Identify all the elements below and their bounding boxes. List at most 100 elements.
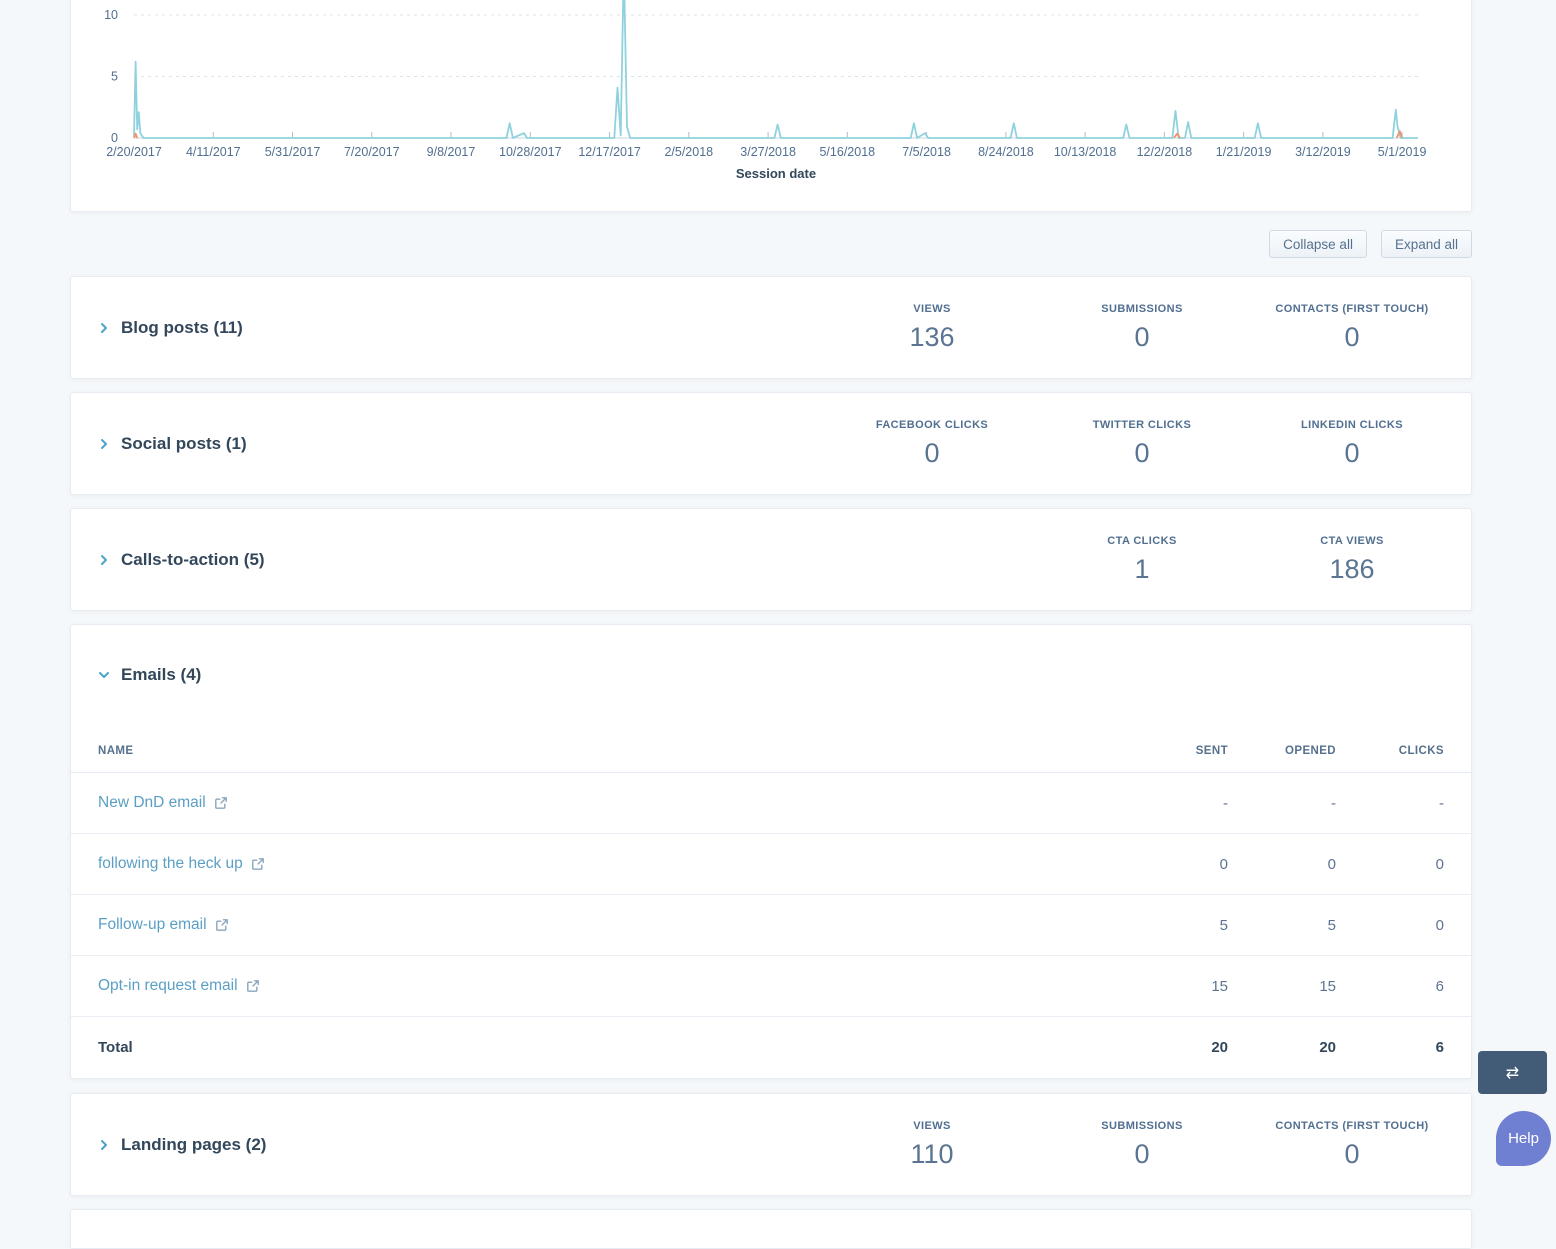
svg-text:5: 5 [111,70,118,84]
email-link[interactable]: following the heck up [98,855,265,873]
metric-contacts-first-touch: CONTACTS (FIRST TOUCH) 0 [1247,303,1457,353]
cell-clicks: 0 [1435,916,1444,934]
email-link[interactable]: New DnD email [98,794,228,812]
metric-value: 0 [1134,437,1150,468]
column-header-sent: SENT [1195,744,1228,757]
landing-pages-toggle[interactable]: Landing pages (2) [98,1135,827,1155]
section-title: Emails (4) [121,665,202,684]
metric-label: VIEWS [913,1119,951,1132]
collapse-sidebar-toggle-button[interactable]: ⇄ [1478,1051,1547,1094]
chevron-right-icon [98,554,110,566]
blog-posts-metrics: VIEWS 136 SUBMISSIONS 0 CONTACTS (FIRST … [827,303,1457,353]
metric-contacts-first-touch: CONTACTS (FIRST TOUCH) 0 [1247,1120,1457,1170]
cell-opened: 5 [1327,916,1336,934]
calls-to-action-toggle[interactable]: Calls-to-action (5) [98,550,1037,570]
svg-text:9/8/2017: 9/8/2017 [427,145,476,159]
svg-text:5/1/2019: 5/1/2019 [1378,145,1427,159]
metric-label: SUBMISSIONS [1101,302,1183,315]
total-opened: 20 [1319,1039,1336,1056]
external-link-icon [251,858,264,870]
emails-toggle[interactable]: Emails (4) [71,665,1471,685]
svg-text:8/24/2018: 8/24/2018 [978,145,1034,159]
collapse-all-button[interactable]: Collapse all [1269,230,1367,258]
metric-value: 0 [1134,1138,1150,1169]
column-header-name: NAME [98,744,134,757]
metric-linkedin-clicks: LINKEDIN CLICKS 0 [1247,419,1457,469]
table-row: Follow-up email 5 5 0 [71,895,1471,956]
email-name: following the heck up [98,855,243,872]
column-header-opened: OPENED [1285,744,1336,757]
chevron-right-icon [98,322,110,334]
svg-text:Session date: Session date [736,166,816,181]
svg-text:2/5/2018: 2/5/2018 [664,145,713,159]
cell-sent: 15 [1211,977,1228,995]
external-link-icon [214,797,227,809]
cell-sent: - [1223,794,1228,812]
emails-card: Emails (4) NAME SENT OPENED CLICKS New D… [70,624,1472,1079]
svg-text:3/27/2018: 3/27/2018 [740,145,796,159]
svg-text:10/28/2017: 10/28/2017 [499,145,562,159]
metric-twitter-clicks: TWITTER CLICKS 0 [1037,419,1247,469]
cell-opened: 0 [1327,855,1336,873]
table-row: following the heck up 0 0 0 [71,834,1471,895]
svg-text:10: 10 [104,8,118,22]
chevron-right-icon [98,1139,110,1151]
metric-submissions: SUBMISSIONS 0 [1037,303,1247,353]
column-header-clicks: CLICKS [1398,744,1444,757]
cell-clicks: 0 [1435,855,1444,873]
cell-sent: 5 [1219,916,1228,934]
metric-value: 0 [1134,321,1150,352]
blog-posts-card: Blog posts (11) VIEWS 136 SUBMISSIONS 0 … [70,276,1472,379]
social-posts-toggle[interactable]: Social posts (1) [98,434,827,454]
svg-text:7/5/2018: 7/5/2018 [902,145,951,159]
metric-label: CONTACTS (FIRST TOUCH) [1275,1119,1429,1132]
help-button-label: Help [1508,1130,1539,1147]
email-link[interactable]: Opt-in request email [98,977,260,995]
svg-text:3/12/2019: 3/12/2019 [1295,145,1351,159]
metric-label: VIEWS [913,302,951,315]
blog-posts-toggle[interactable]: Blog posts (11) [98,318,827,338]
metric-views: VIEWS 110 [827,1120,1037,1170]
metric-views: VIEWS 136 [827,303,1037,353]
cell-opened: - [1331,794,1336,812]
external-link-icon [246,980,259,992]
landing-pages-card: Landing pages (2) VIEWS 110 SUBMISSIONS … [70,1093,1472,1196]
section-title: Blog posts (11) [121,317,243,337]
metric-facebook-clicks: FACEBOOK CLICKS 0 [827,419,1037,469]
cell-clicks: 6 [1435,977,1444,995]
help-button[interactable]: Help [1496,1111,1551,1166]
svg-text:7/20/2017: 7/20/2017 [344,145,400,159]
svg-text:1/21/2019: 1/21/2019 [1216,145,1272,159]
emails-table: NAME SENT OPENED CLICKS New DnD email - … [71,729,1471,1078]
metric-cta-clicks: CTA CLICKS 1 [1037,535,1247,585]
social-posts-card: Social posts (1) FACEBOOK CLICKS 0 TWITT… [70,392,1472,495]
metric-value: 1 [1134,553,1150,584]
metric-label: CONTACTS (FIRST TOUCH) [1275,302,1429,315]
expand-all-button[interactable]: Expand all [1380,230,1472,258]
chevron-down-icon [98,669,110,681]
total-clicks: 6 [1435,1039,1444,1056]
total-sent: 20 [1211,1039,1228,1056]
table-total-row: Total 20 20 6 [71,1017,1471,1078]
svg-text:5/16/2018: 5/16/2018 [819,145,875,159]
external-link-icon [215,919,228,931]
section-title: Landing pages (2) [121,1134,267,1154]
swap-arrows-icon: ⇄ [1505,1064,1520,1082]
svg-text:5/31/2017: 5/31/2017 [265,145,321,159]
emails-table-header: NAME SENT OPENED CLICKS [71,729,1471,773]
metric-value: 110 [910,1138,954,1169]
next-section-card [70,1209,1472,1249]
metric-value: 0 [1344,437,1360,468]
metric-value: 136 [909,321,955,352]
section-title: Calls-to-action (5) [121,549,265,569]
table-row: New DnD email - - - [71,773,1471,834]
email-link[interactable]: Follow-up email [98,916,229,934]
landing-pages-metrics: VIEWS 110 SUBMISSIONS 0 CONTACTS (FIRST … [827,1120,1457,1170]
cell-sent: 0 [1219,855,1228,873]
metric-value: 0 [924,437,940,468]
svg-text:2/20/2017: 2/20/2017 [106,145,162,159]
metric-label: FACEBOOK CLICKS [875,418,989,431]
metric-label: SUBMISSIONS [1101,1119,1183,1132]
chevron-right-icon [98,438,110,450]
svg-text:10/13/2018: 10/13/2018 [1054,145,1117,159]
